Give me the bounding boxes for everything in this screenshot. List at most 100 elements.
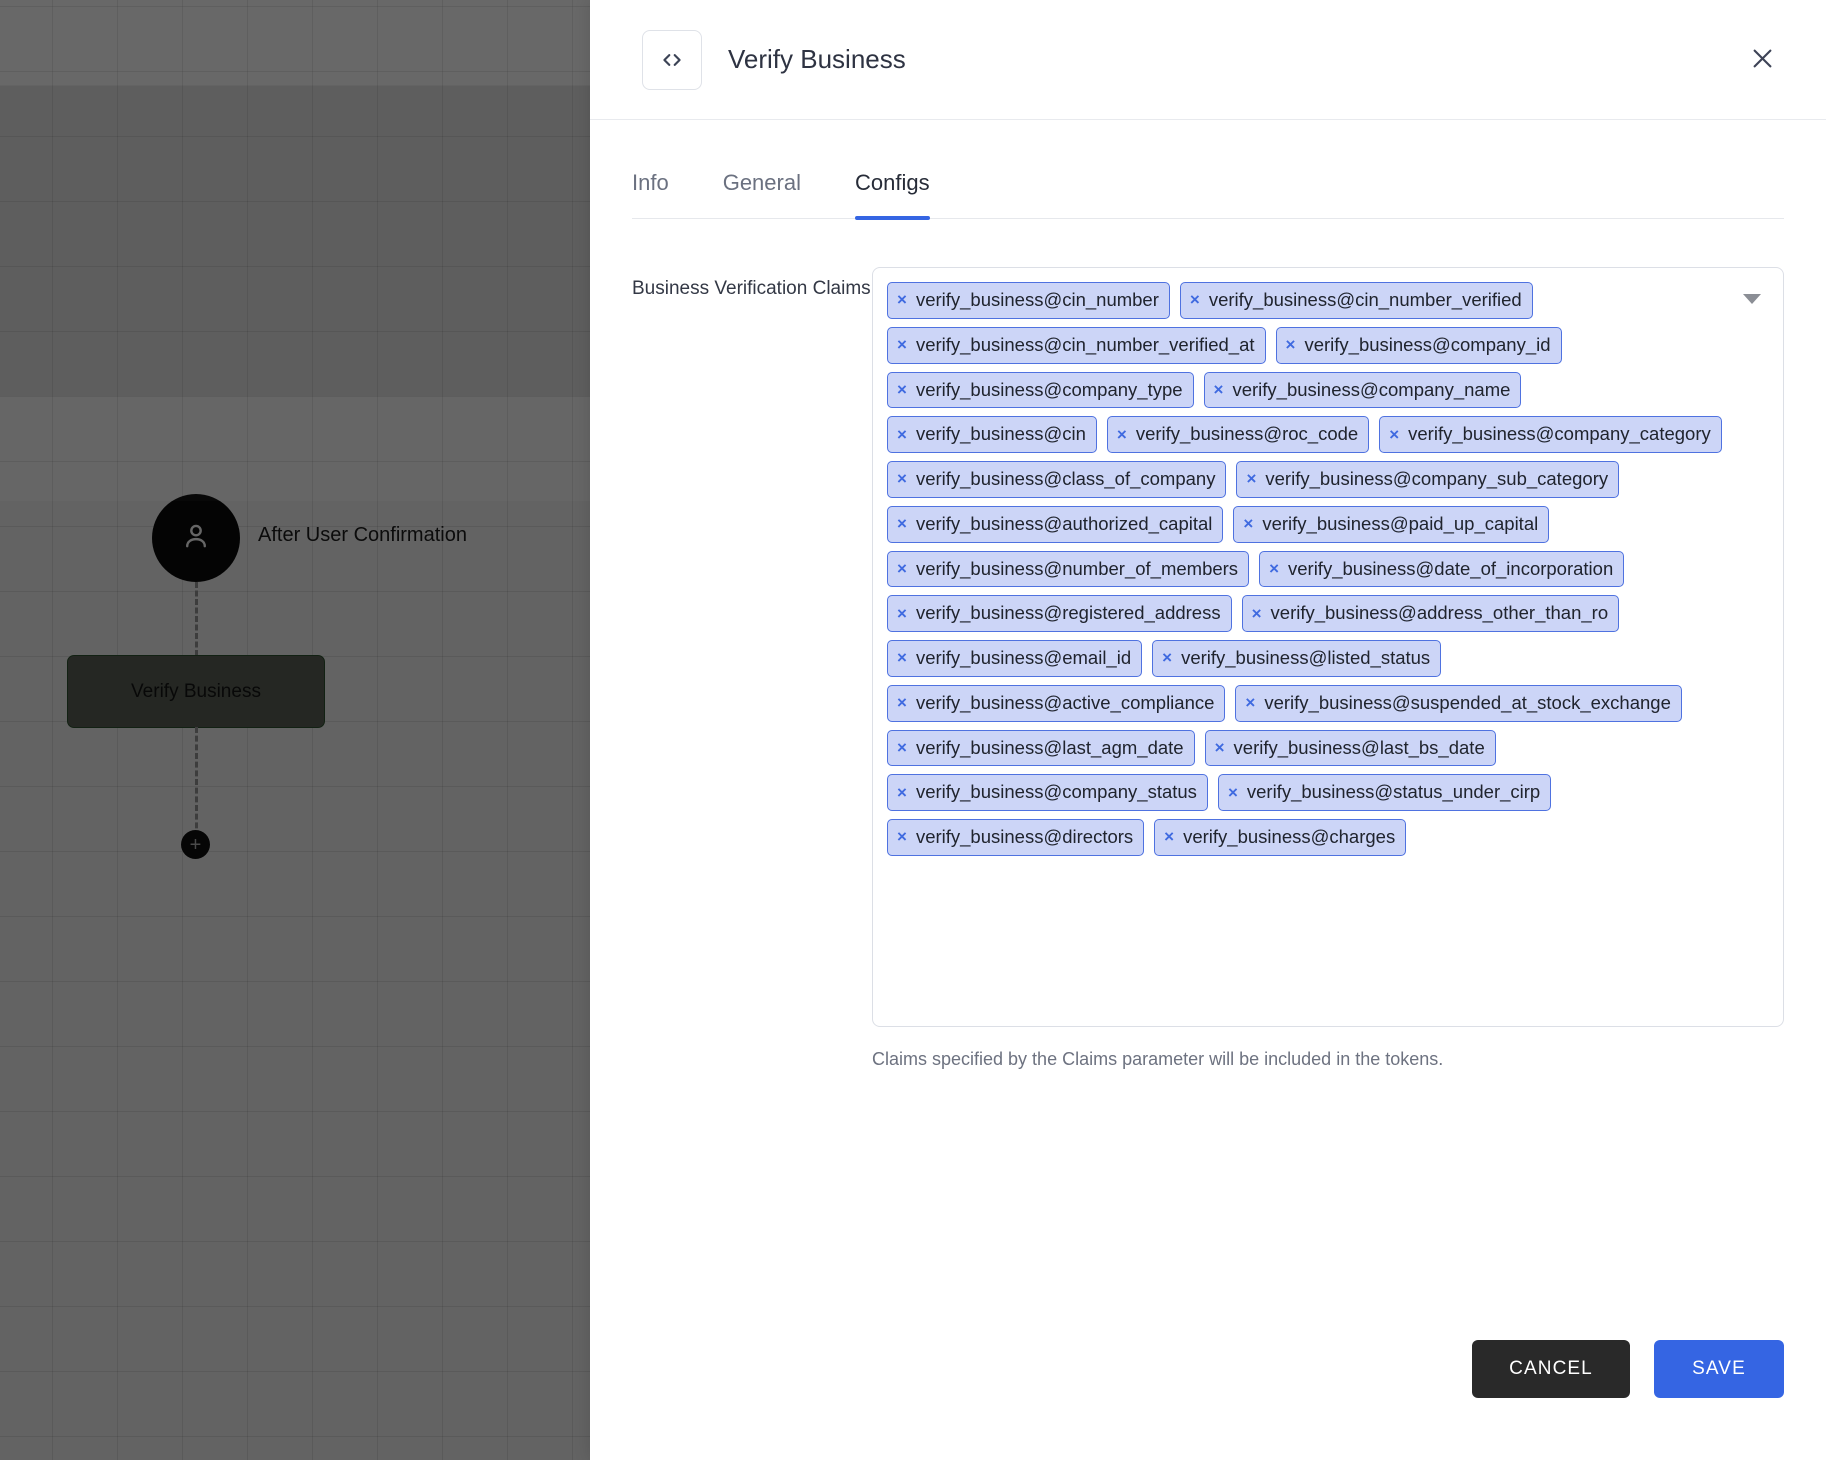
claim-chip[interactable]: × verify_business@company_category [1379, 416, 1722, 453]
claims-multiselect[interactable]: × verify_business@cin_number × verify_busin… [872, 267, 1784, 1027]
close-icon[interactable]: × [897, 560, 907, 577]
claim-chip[interactable]: × verify_business@company_name [1203, 371, 1522, 409]
save-button[interactable]: SAVE [1654, 1340, 1784, 1398]
close-icon[interactable]: × [897, 515, 907, 532]
claim-chip[interactable]: × verify_business@company_id [1275, 326, 1562, 364]
claim-chip-label: verify_business@class_of_company [915, 468, 1216, 489]
tab-general[interactable]: General [723, 170, 801, 218]
claim-chip[interactable]: × verify_business@cin_number_verified_at [887, 326, 1266, 364]
claim-chip[interactable]: × verify_business@cin_number_verified [1179, 282, 1533, 319]
claims-form-row: Business Verification Claims × verify_bus… [590, 219, 1826, 1070]
close-icon[interactable]: × [1245, 694, 1255, 711]
close-icon[interactable]: × [897, 784, 907, 801]
tab-info[interactable]: Info [632, 170, 669, 218]
cancel-button[interactable]: CANCEL [1472, 1340, 1630, 1398]
claim-chip-label: verify_business@email_id [915, 647, 1132, 668]
scrim-band-mid [0, 86, 688, 396]
claim-chip[interactable]: × verify_business@registered_address [887, 595, 1232, 632]
claim-chip-label: verify_business@company_type [915, 378, 1183, 400]
claim-chip[interactable]: × verify_business@date_of_incorporation [1259, 550, 1625, 588]
claim-chip[interactable]: × verify_business@active_compliance [887, 684, 1226, 722]
close-icon[interactable]: × [897, 470, 907, 487]
close-icon[interactable] [1740, 36, 1784, 80]
panel-header: Verify Business [590, 0, 1826, 120]
page-title: Verify Business [728, 44, 906, 74]
claim-chip-label: verify_business@paid_up_capital [1262, 512, 1539, 534]
close-icon[interactable]: × [1164, 828, 1174, 845]
scrim-band-low [0, 396, 688, 501]
modal-scrim[interactable] [0, 0, 688, 1460]
claim-chip[interactable]: × verify_business@company_type [887, 371, 1194, 409]
claim-chip-label: verify_business@company_id [1304, 333, 1551, 355]
claim-chip-label: verify_business@company_name [1232, 378, 1511, 400]
panel-tabs: Info General Configs [632, 120, 1784, 220]
claim-chip-label: verify_business@roc_code [1135, 423, 1359, 445]
claim-chip[interactable]: × verify_business@class_of_company [887, 461, 1227, 498]
close-icon[interactable]: × [897, 739, 907, 756]
close-icon[interactable]: × [1389, 426, 1399, 443]
close-icon[interactable]: × [897, 694, 907, 711]
claims-field-wrap: × verify_business@cin_number × verify_busin… [872, 267, 1784, 1070]
close-icon[interactable]: × [1243, 515, 1253, 532]
claim-chip-label: verify_business@cin_number_verified_at [915, 333, 1255, 355]
claims-helper-text: Claims specified by the Claims parameter… [872, 1049, 1444, 1069]
chevron-down-icon[interactable] [1743, 294, 1761, 304]
claim-chip-label: verify_business@cin [915, 423, 1086, 445]
close-icon[interactable]: × [1246, 470, 1256, 487]
claim-chip-label: verify_business@last_bs_date [1233, 736, 1485, 758]
claim-chip-label: verify_business@company_sub_category [1265, 468, 1609, 489]
claim-chip[interactable]: × verify_business@email_id [887, 640, 1143, 677]
close-icon[interactable]: × [897, 649, 907, 666]
claim-chip-label: verify_business@status_under_cirp [1246, 781, 1541, 803]
claim-chip-label: verify_business@address_other_than_ro [1270, 602, 1609, 624]
claim-chip[interactable]: × verify_business@last_agm_date [887, 729, 1195, 767]
claim-chip-label: verify_business@listed_status [1181, 647, 1431, 668]
close-icon[interactable]: × [897, 381, 907, 398]
close-icon[interactable]: × [897, 828, 907, 845]
close-icon[interactable]: × [1286, 336, 1296, 353]
side-panel: Verify Business Info General Configs Bus… [590, 0, 1826, 1460]
claim-chip-label: verify_business@authorized_capital [915, 512, 1213, 534]
claim-chip-label: verify_business@suspended_at_stock_excha… [1264, 691, 1671, 713]
claim-chip[interactable]: × verify_business@charges [1154, 819, 1407, 856]
claim-chip-label: verify_business@company_status [915, 781, 1197, 803]
claim-chip-label: verify_business@active_compliance [915, 691, 1215, 713]
claim-chip[interactable]: × verify_business@company_sub_category [1236, 461, 1620, 498]
claim-chip[interactable]: × verify_business@roc_code [1106, 416, 1370, 453]
close-icon[interactable]: × [1117, 426, 1127, 443]
close-icon[interactable]: × [1269, 560, 1279, 577]
close-icon[interactable]: × [1252, 605, 1262, 622]
close-icon[interactable]: × [1228, 784, 1238, 801]
claim-chip[interactable]: × verify_business@authorized_capital [887, 505, 1224, 543]
claim-chip[interactable]: × verify_business@company_status [887, 774, 1208, 811]
claim-chip[interactable]: × verify_business@paid_up_capital [1233, 505, 1550, 543]
close-icon[interactable]: × [1215, 739, 1225, 756]
close-icon[interactable]: × [897, 605, 907, 622]
code-brackets-icon [642, 29, 702, 90]
claim-chip-label: verify_business@last_agm_date [915, 736, 1184, 758]
close-icon[interactable]: × [897, 426, 907, 443]
close-icon[interactable]: × [897, 336, 907, 353]
close-icon[interactable]: × [1190, 291, 1200, 308]
claim-chip[interactable]: × verify_business@number_of_members [887, 550, 1250, 588]
workflow-canvas[interactable]: After User Confirmation Verify Business … [0, 0, 688, 1460]
claim-chip[interactable]: × verify_business@cin_number [887, 282, 1170, 319]
claim-chip[interactable]: × verify_business@listed_status [1152, 640, 1442, 677]
claim-chip-label: verify_business@charges [1183, 826, 1396, 847]
close-icon[interactable]: × [1162, 649, 1172, 666]
panel-footer: CANCEL SAVE [1472, 1340, 1784, 1398]
claim-chip[interactable]: × verify_business@suspended_at_stock_exch… [1235, 684, 1682, 722]
claim-chip-label: verify_business@registered_address [915, 602, 1221, 624]
claim-chip-label: verify_business@cin_number [915, 289, 1159, 310]
claim-chip[interactable]: × verify_business@status_under_cirp [1217, 774, 1552, 811]
tab-configs[interactable]: Configs [854, 170, 930, 220]
claims-chip-list: × verify_business@cin_number × verify_busin… [887, 282, 1723, 856]
close-icon[interactable]: × [897, 291, 907, 308]
claim-chip[interactable]: × verify_business@directors [887, 819, 1145, 856]
claim-chip[interactable]: × verify_business@address_other_than_ro [1241, 595, 1620, 632]
claim-chip[interactable]: × verify_business@cin [887, 416, 1097, 453]
claim-chip[interactable]: × verify_business@last_bs_date [1204, 729, 1496, 767]
scrim-band-top [0, 0, 688, 85]
close-icon[interactable]: × [1214, 381, 1224, 398]
claim-chip-label: verify_business@number_of_members [915, 557, 1239, 579]
